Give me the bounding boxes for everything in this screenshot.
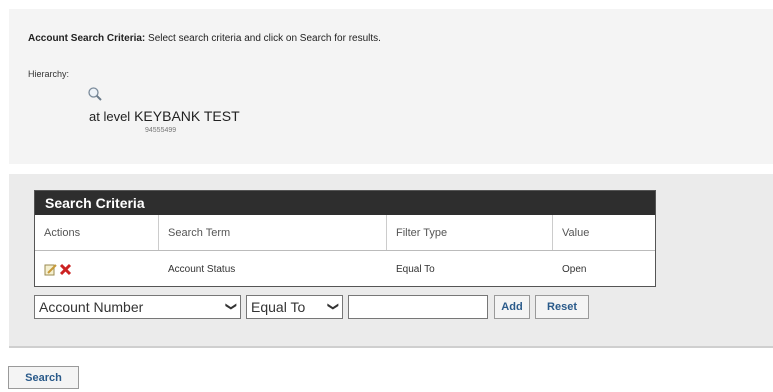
cell-filter-type: Equal To — [396, 263, 435, 275]
hierarchy-label: Hierarchy: — [28, 69, 70, 79]
level-id: 94555499 — [145, 127, 177, 134]
reset-button[interactable]: Reset — [535, 294, 589, 319]
value-input[interactable] — [348, 294, 488, 319]
add-button[interactable]: Add — [494, 294, 530, 319]
filter-select[interactable]: Equal To ❯ — [246, 294, 343, 319]
column-header-filter-type: Filter Type — [387, 215, 553, 250]
column-header-value: Value — [562, 226, 590, 239]
magnifier-icon[interactable] — [87, 86, 103, 102]
level-prefix: at level — [89, 109, 131, 124]
search-button[interactable]: Search — [8, 366, 79, 389]
criteria-instructions: Account Search Criteria: Select search c… — [28, 33, 381, 44]
criteria-label: Account Search Criteria: — [28, 33, 146, 44]
search-criteria-title: Search Criteria — [35, 191, 655, 215]
criteria-controls: Account Number ❯ Equal To ❯ Add Reset — [34, 293, 594, 320]
field-select-value: Account Number — [39, 298, 144, 315]
criteria-text: Select search criteria and click on Sear… — [148, 33, 381, 44]
edit-icon[interactable] — [44, 263, 57, 276]
level-name: KEYBANK TEST — [134, 108, 240, 124]
field-select[interactable]: Account Number ❯ — [34, 294, 241, 319]
chevron-down-icon: ❯ — [326, 301, 339, 312]
column-header-search-term: Search Term — [159, 215, 387, 250]
hierarchy-level: at level KEYBANK TEST — [89, 108, 240, 124]
cell-value: Open — [562, 263, 587, 275]
chevron-down-icon: ❯ — [224, 301, 237, 312]
row-actions — [35, 251, 159, 287]
table-row: Account Status Equal To Open — [35, 251, 655, 287]
delete-icon[interactable] — [59, 263, 72, 276]
cell-search-term: Account Status — [168, 263, 236, 275]
table-header-row: Actions Search Term Filter Type Value — [35, 215, 655, 251]
search-criteria-table: Search Criteria Actions Search Term Filt… — [34, 190, 656, 287]
column-header-actions: Actions — [35, 215, 159, 250]
filter-select-value: Equal To — [251, 298, 306, 315]
